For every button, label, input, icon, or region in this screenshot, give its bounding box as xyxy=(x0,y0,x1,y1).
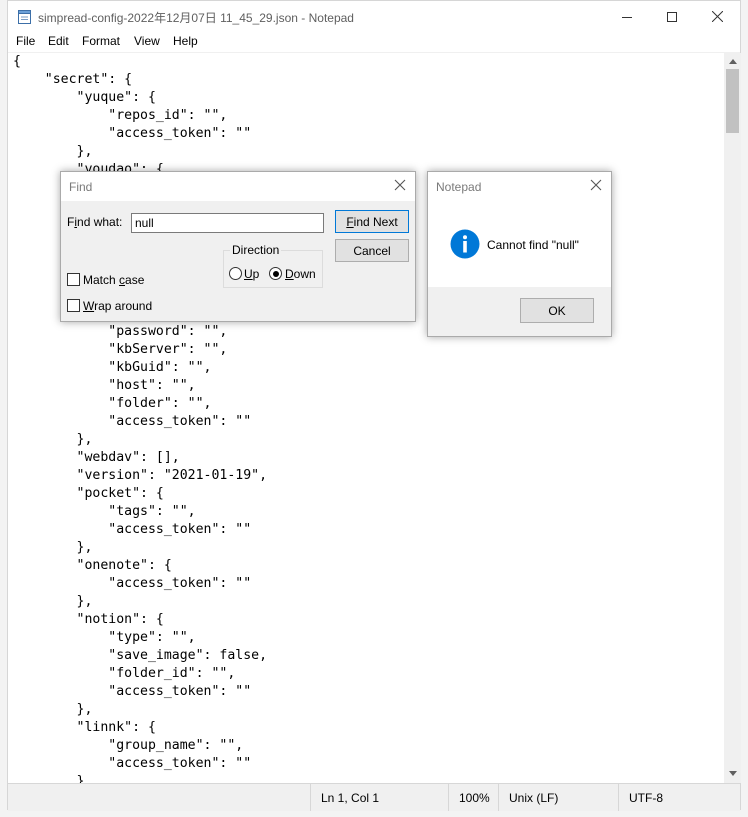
editor-line: "group_name": "", xyxy=(13,738,244,753)
scroll-up-button[interactable] xyxy=(724,53,741,69)
minimize-icon xyxy=(622,16,632,18)
close-icon[interactable] xyxy=(589,178,603,192)
find-next-button[interactable]: Find Next xyxy=(335,210,409,233)
editor-line: }, xyxy=(13,540,93,555)
scroll-down-button[interactable] xyxy=(724,765,741,781)
editor-line: "webdav": [], xyxy=(13,450,180,465)
status-line-endings: Unix (LF) xyxy=(498,784,619,811)
find-what-input[interactable] xyxy=(132,214,323,232)
find-dialog: Find Find what: Find Next Cancel Directi… xyxy=(60,171,416,322)
access-key: U xyxy=(244,267,253,281)
access-key: F xyxy=(346,214,354,229)
editor-line: "host": "", xyxy=(13,378,196,393)
text-editor[interactable]: { "secret": { "yuque": { "repos_id": "",… xyxy=(8,53,724,783)
cancel-button[interactable]: Cancel xyxy=(335,239,409,262)
close-icon xyxy=(711,11,723,22)
menu-edit[interactable]: Edit xyxy=(48,34,69,48)
direction-down-label[interactable]: Down xyxy=(285,267,316,281)
access-key: c xyxy=(119,273,126,287)
menu-format[interactable]: Format xyxy=(82,34,120,48)
editor-line: "version": "2021-01-19", xyxy=(13,468,268,483)
menu-view[interactable]: View xyxy=(134,34,160,48)
match-case-checkbox[interactable] xyxy=(67,273,80,286)
notepad-app-icon xyxy=(18,10,31,24)
editor-line: "type": "", xyxy=(13,630,196,645)
message-box-title: Notepad xyxy=(436,180,482,194)
editor-line: "save_image": false, xyxy=(13,648,268,663)
editor-line: "folder": "", xyxy=(13,396,212,411)
direction-up-radio[interactable] xyxy=(229,267,242,280)
editor-line: }, xyxy=(13,432,93,447)
minimize-button[interactable] xyxy=(604,1,650,32)
editor-line: }, xyxy=(13,702,93,717)
editor-line: "linnk": { xyxy=(13,720,156,735)
editor-line: "notion": { xyxy=(13,612,164,627)
close-button[interactable] xyxy=(694,1,740,32)
access-key: i xyxy=(74,215,78,229)
editor-line: "access_token": "" xyxy=(13,756,252,771)
status-bar: Ln 1, Col 1 100% Unix (LF) UTF-8 xyxy=(8,783,740,811)
editor-line: "pocket": { xyxy=(13,486,164,501)
maximize-icon xyxy=(667,11,677,22)
menu-bar: File Edit Format View Help xyxy=(8,32,740,53)
match-case-label[interactable]: Match case xyxy=(83,273,144,287)
vertical-scrollbar[interactable] xyxy=(724,53,741,783)
wrap-around-checkbox[interactable] xyxy=(67,299,80,312)
editor-line: "access_token": "" xyxy=(13,576,252,591)
editor-line: "kbGuid": "", xyxy=(13,360,212,375)
maximize-button[interactable] xyxy=(649,1,695,32)
wrap-around-label[interactable]: Wrap around xyxy=(83,299,152,313)
editor-line: "kbServer": "", xyxy=(13,342,228,357)
scroll-up-icon xyxy=(728,58,737,64)
find-what-label: Find what: xyxy=(67,215,123,229)
status-position: Ln 1, Col 1 xyxy=(310,784,449,811)
direction-label: Direction xyxy=(230,243,282,257)
menu-file[interactable]: File xyxy=(16,34,35,48)
editor-line: "tags": "", xyxy=(13,504,196,519)
editor-line: "yuque": { xyxy=(13,90,156,105)
editor-line: "access_token": "" xyxy=(13,522,252,537)
ok-button[interactable]: OK xyxy=(520,298,594,323)
editor-line: "onenote": { xyxy=(13,558,172,573)
editor-line: "repos_id": "", xyxy=(13,108,228,123)
access-key: W xyxy=(83,299,95,313)
editor-line: }, xyxy=(13,594,93,609)
title-bar[interactable]: simpread-config-2022年12月07日 11_45_29.jso… xyxy=(8,1,740,32)
editor-line: "secret": { xyxy=(13,72,133,87)
editor-line: }, xyxy=(13,774,93,783)
find-what-field[interactable] xyxy=(131,213,324,233)
message-text: Cannot find "null" xyxy=(487,238,579,252)
scroll-down-icon xyxy=(728,770,737,776)
editor-line: "password": "", xyxy=(13,324,228,339)
editor-content: { "secret": { "yuque": { "repos_id": "",… xyxy=(13,53,267,783)
scrollbar-thumb[interactable] xyxy=(726,69,739,133)
find-dialog-title: Find xyxy=(69,180,93,194)
find-dialog-title-bar[interactable]: Find xyxy=(61,172,415,201)
close-icon[interactable] xyxy=(393,178,407,192)
status-encoding: UTF-8 xyxy=(618,784,739,811)
access-key: D xyxy=(285,267,294,281)
editor-line: "access_token": "" xyxy=(13,126,252,141)
message-box: Notepad Cannot find "null" OK xyxy=(427,171,612,337)
editor-line: }, xyxy=(13,144,93,159)
editor-line: "access_token": "" xyxy=(13,414,252,429)
info-icon xyxy=(450,229,480,259)
editor-line: "access_token": "" xyxy=(13,684,252,699)
message-box-title-bar[interactable]: Notepad xyxy=(428,172,611,201)
direction-group: Direction Up Down xyxy=(223,243,323,288)
direction-down-radio[interactable] xyxy=(269,267,282,280)
notepad-window: simpread-config-2022年12月07日 11_45_29.jso… xyxy=(7,0,741,811)
editor-line: "folder_id": "", xyxy=(13,666,236,681)
menu-help[interactable]: Help xyxy=(173,34,198,48)
editor-line: { xyxy=(13,54,21,69)
direction-up-label[interactable]: Up xyxy=(244,267,259,281)
background-window xyxy=(741,0,748,817)
window-title: simpread-config-2022年12月07日 11_45_29.jso… xyxy=(38,11,354,25)
status-zoom: 100% xyxy=(448,784,499,811)
